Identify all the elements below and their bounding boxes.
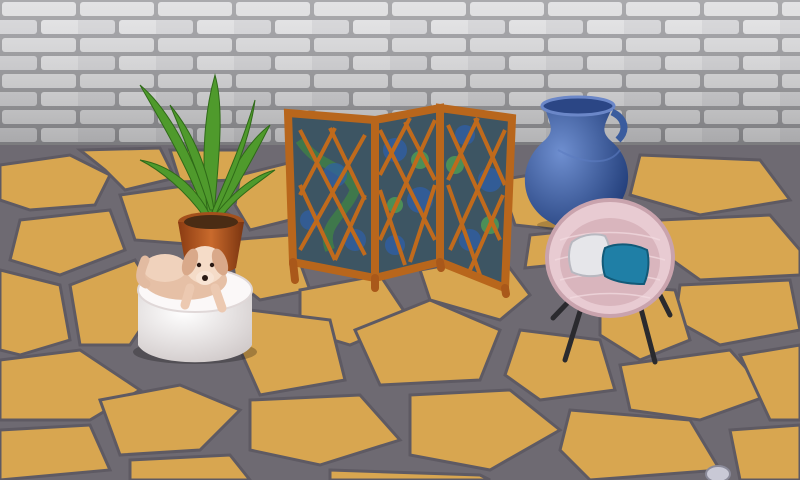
screen-panel-middle (371, 103, 444, 284)
game-scene (0, 0, 800, 480)
screen-panel-right (436, 103, 517, 294)
scene-canvas (0, 0, 800, 480)
folding-screen[interactable] (283, 103, 517, 298)
pillow-teal (601, 243, 650, 286)
screen-panel-left (283, 108, 379, 283)
corner-object (705, 465, 731, 480)
